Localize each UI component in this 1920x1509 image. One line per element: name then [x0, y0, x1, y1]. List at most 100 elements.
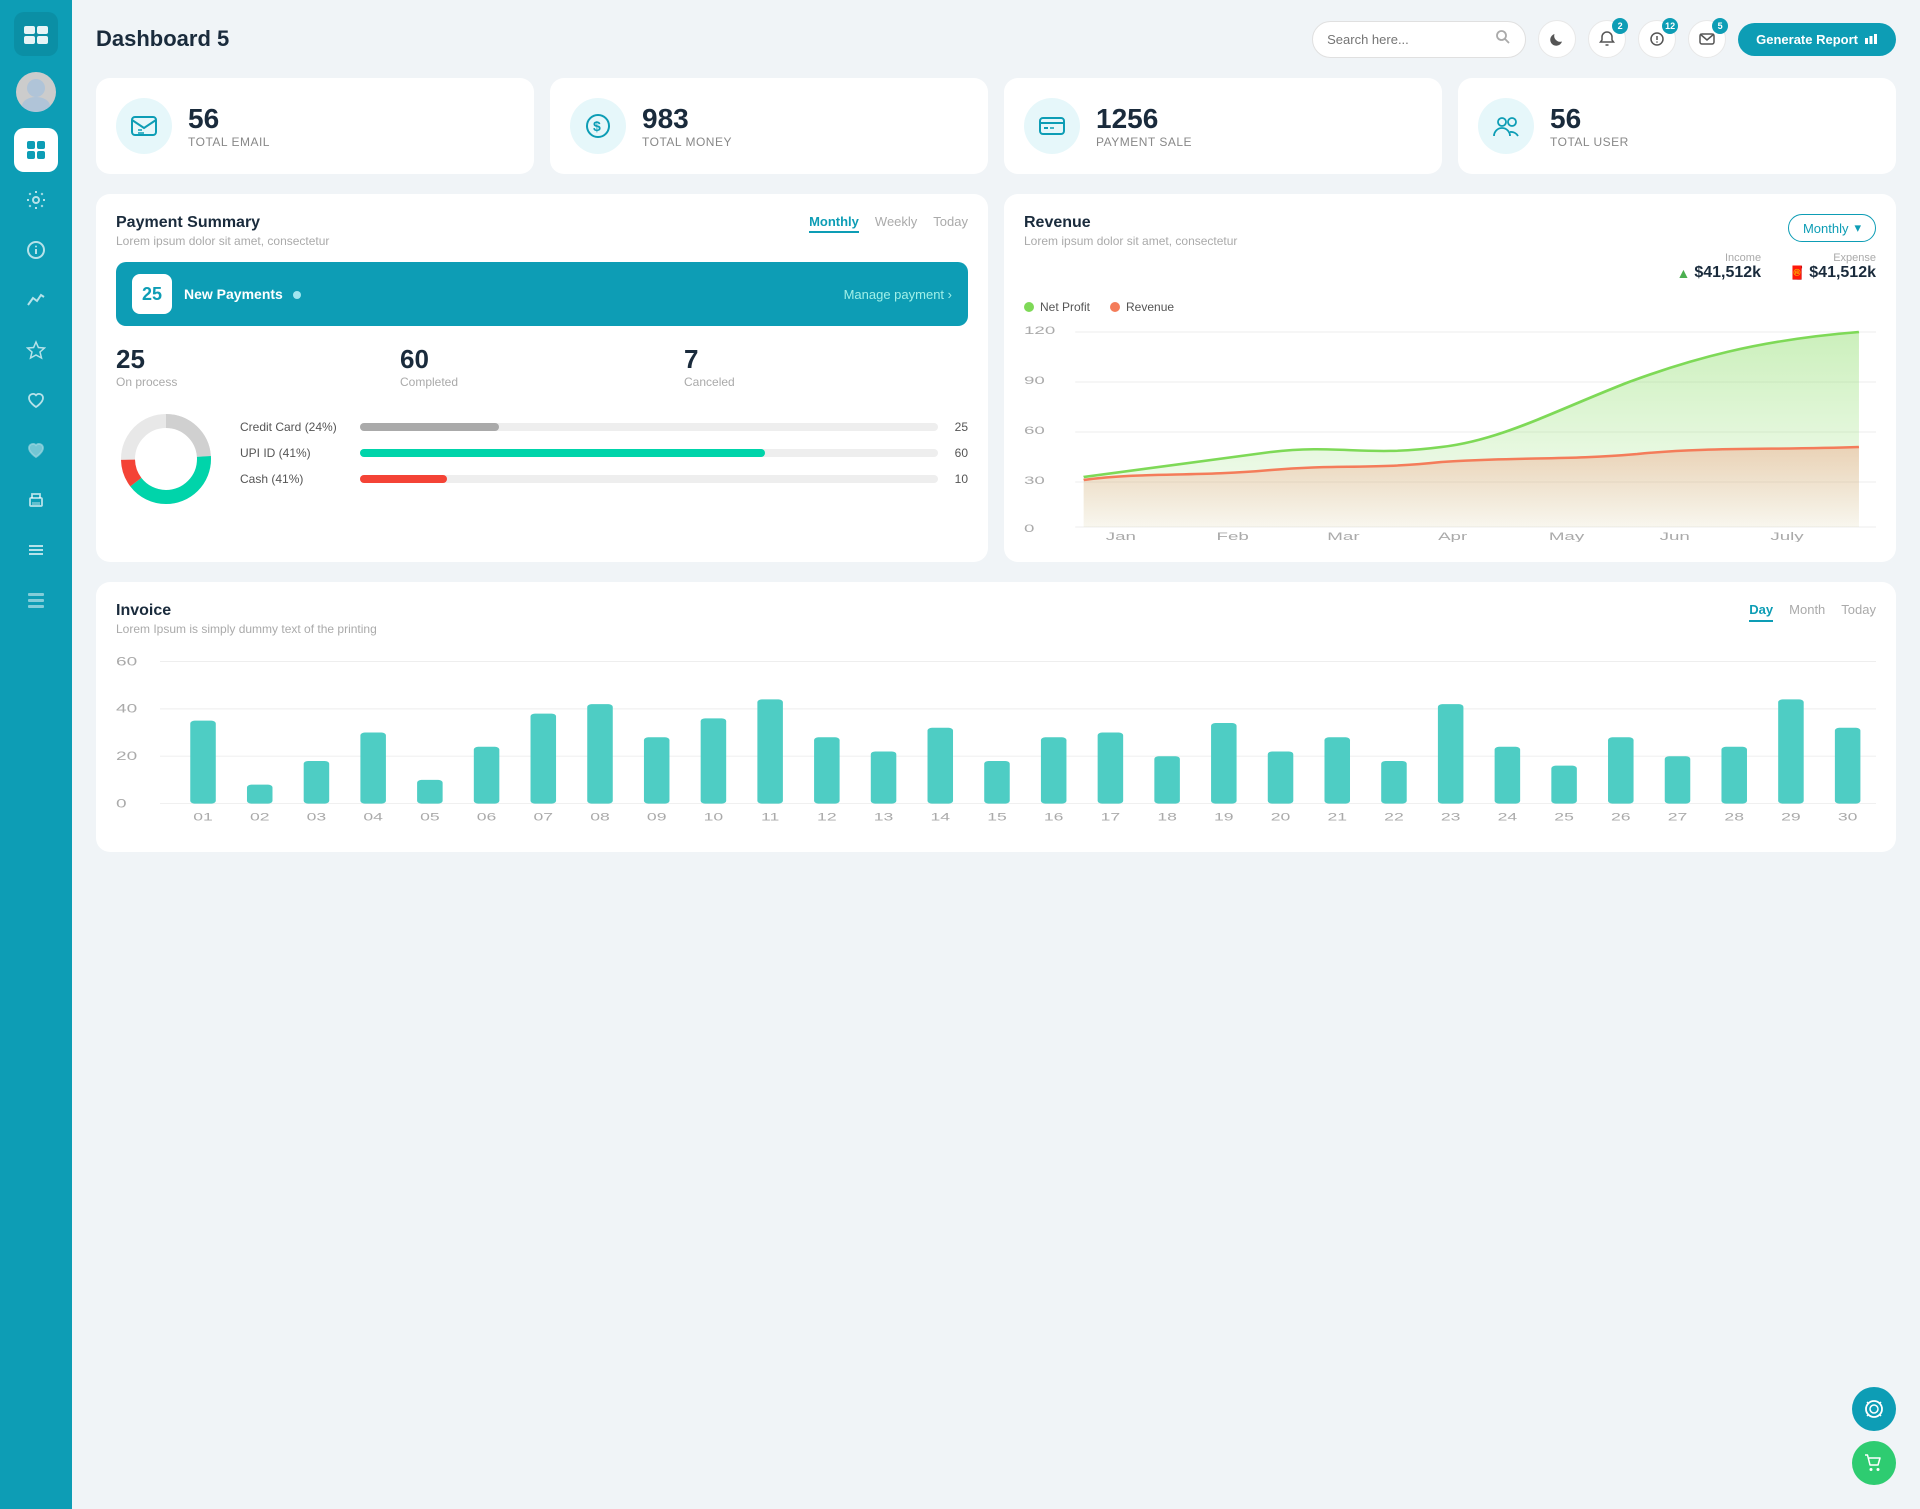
- search-input[interactable]: [1327, 32, 1487, 47]
- revenue-dropdown[interactable]: Monthly ▾: [1788, 214, 1876, 242]
- invoice-bar: [304, 761, 330, 804]
- pbar-cash-val: 10: [948, 472, 968, 486]
- invoice-x-label: 24: [1498, 811, 1518, 823]
- sidebar-item-chart[interactable]: [14, 278, 58, 322]
- svg-text:0: 0: [116, 797, 127, 811]
- search-box[interactable]: [1312, 21, 1526, 58]
- panels-row: Payment Summary Lorem ipsum dolor sit am…: [96, 194, 1896, 562]
- generate-report-button[interactable]: Generate Report: [1738, 23, 1896, 56]
- invoice-x-label: 09: [647, 811, 667, 823]
- invoice-bar: [247, 785, 273, 804]
- sidebar-item-settings[interactable]: [14, 178, 58, 222]
- legend-revenue: Revenue: [1110, 300, 1174, 314]
- invoice-x-label: 18: [1157, 811, 1177, 823]
- sidebar-item-print[interactable]: [14, 478, 58, 522]
- messages-badge: 5: [1712, 18, 1728, 34]
- alerts-icon[interactable]: 12: [1638, 20, 1676, 58]
- trio-canceled: 7 Canceled: [684, 344, 968, 389]
- svg-text:40: 40: [116, 702, 137, 716]
- sidebar-item-dashboard[interactable]: [14, 128, 58, 172]
- tab-monthly[interactable]: Monthly: [809, 214, 859, 233]
- svg-text:90: 90: [1024, 375, 1045, 387]
- tab-weekly[interactable]: Weekly: [875, 214, 917, 233]
- invoice-x-label: 15: [987, 811, 1007, 823]
- invoice-tabs: Day Month Today: [1749, 602, 1876, 622]
- income-icon: ▲: [1676, 265, 1690, 281]
- total-email-label: TOTAL EMAIL: [188, 135, 270, 149]
- alerts-badge: 12: [1662, 18, 1678, 34]
- invoice-bar: [417, 780, 443, 804]
- invoice-x-label: 25: [1554, 811, 1574, 823]
- sidebar-item-menu[interactable]: [14, 528, 58, 572]
- chevron-down-icon: ▾: [1854, 220, 1861, 236]
- invoice-header: Invoice Lorem Ipsum is simply dummy text…: [116, 602, 1876, 636]
- revenue-legend: Net Profit Revenue: [1024, 300, 1876, 314]
- svg-text:Feb: Feb: [1217, 531, 1249, 542]
- payment-bars: Credit Card (24%) 25 UPI ID (41%) 60 Cas…: [240, 420, 968, 498]
- payment-summary-subtitle: Lorem ipsum dolor sit amet, consectetur: [116, 234, 329, 248]
- stats-trio: 25 On process 60 Completed 7 Canceled: [116, 344, 968, 389]
- svg-text:0: 0: [1024, 523, 1034, 535]
- sidebar-item-heart[interactable]: [14, 378, 58, 422]
- invoice-bar: [814, 737, 840, 803]
- pbar-credit-fill: [360, 423, 499, 431]
- invoice-tab-today[interactable]: Today: [1841, 602, 1876, 622]
- invoice-bar: [757, 699, 783, 803]
- payment-sale-label: PAYMENT SALE: [1096, 135, 1192, 149]
- invoice-x-label: 17: [1101, 811, 1121, 823]
- invoice-tab-day[interactable]: Day: [1749, 602, 1773, 622]
- invoice-subtitle: Lorem Ipsum is simply dummy text of the …: [116, 622, 377, 636]
- dark-mode-toggle[interactable]: [1538, 20, 1576, 58]
- invoice-panel: Invoice Lorem Ipsum is simply dummy text…: [96, 582, 1896, 852]
- invoice-bar: [474, 747, 500, 804]
- invoice-x-label: 07: [534, 811, 554, 823]
- payment-chart-area: Credit Card (24%) 25 UPI ID (41%) 60 Cas…: [116, 409, 968, 509]
- np-dot: [293, 291, 301, 299]
- sidebar-item-star[interactable]: [14, 328, 58, 372]
- payment-tabs: Monthly Weekly Today: [809, 214, 968, 233]
- sidebar-logo: [14, 12, 58, 56]
- invoice-x-label: 02: [250, 811, 270, 823]
- header-actions: 2 12 5 Generate Report: [1312, 20, 1896, 58]
- trio-completed: 60 Completed: [400, 344, 684, 389]
- sidebar-item-list[interactable]: [14, 578, 58, 622]
- notifications-badge: 2: [1612, 18, 1628, 34]
- email-icon: [116, 98, 172, 154]
- messages-icon[interactable]: 5: [1688, 20, 1726, 58]
- invoice-bar: [587, 704, 613, 803]
- invoice-bar: [928, 728, 954, 804]
- revenue-subtitle: Lorem ipsum dolor sit amet, consectetur: [1024, 234, 1237, 248]
- invoice-bar: [984, 761, 1010, 804]
- cart-fab[interactable]: [1852, 1441, 1896, 1485]
- pbar-cash-fill: [360, 475, 447, 483]
- new-payments-label: New Payments: [184, 286, 301, 302]
- invoice-x-label: 13: [874, 811, 894, 823]
- payment-summary-title: Payment Summary: [116, 214, 329, 232]
- tab-today[interactable]: Today: [933, 214, 968, 233]
- sidebar-item-heart2[interactable]: [14, 428, 58, 472]
- invoice-bar: [1835, 728, 1861, 804]
- avatar[interactable]: [16, 72, 56, 112]
- invoice-bar: [871, 751, 897, 803]
- stat-card-email: 56 TOTAL EMAIL: [96, 78, 534, 174]
- total-user-label: TOTAL USER: [1550, 135, 1629, 149]
- completed-number: 60: [400, 344, 684, 375]
- sidebar-item-info[interactable]: [14, 228, 58, 272]
- income-label: Income: [1676, 252, 1761, 264]
- invoice-x-label: 12: [817, 811, 837, 823]
- invoice-x-label: 26: [1611, 811, 1631, 823]
- notifications-icon[interactable]: 2: [1588, 20, 1626, 58]
- invoice-bar-chart: 60 40 20 0 01020304050607080910111213141…: [116, 652, 1876, 832]
- invoice-tab-month[interactable]: Month: [1789, 602, 1825, 622]
- pbar-upi: UPI ID (41%) 60: [240, 446, 968, 460]
- svg-text:30: 30: [1024, 475, 1045, 487]
- invoice-bar: [1438, 704, 1464, 803]
- invoice-x-label: 30: [1838, 811, 1858, 823]
- invoice-x-label: 22: [1384, 811, 1404, 823]
- manage-payment-link[interactable]: Manage payment ›: [844, 287, 952, 302]
- invoice-bar: [531, 714, 557, 804]
- invoice-x-label: 19: [1214, 811, 1234, 823]
- invoice-bar: [1665, 756, 1691, 803]
- support-fab[interactable]: [1852, 1387, 1896, 1431]
- users-icon: [1478, 98, 1534, 154]
